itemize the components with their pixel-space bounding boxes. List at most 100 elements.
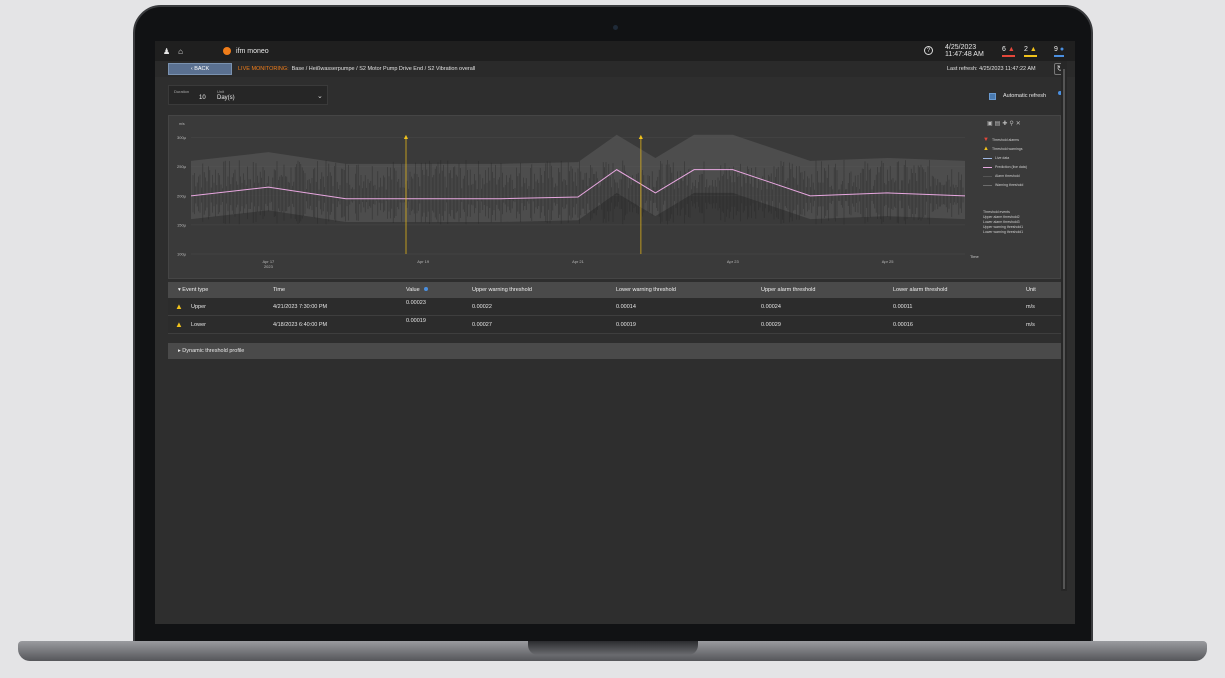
info-icon: ● [1059,46,1065,53]
alarms-button[interactable]: 6 ▲ [1002,46,1015,57]
cell-event-type: Lower [191,321,206,328]
chart-toolbar: ▣▤✚⚲✕ [987,120,1023,127]
infos-count: 9 [1054,46,1058,53]
cell-value: 0.00019 [406,318,426,324]
y-tick-label: 200µ [177,193,187,198]
cell-lower-warning: 0.00014 [616,303,636,310]
top-bar: ♟ ⌂ ifm moneo ? 4/25/2023 11:47:48 AM 6 … [155,41,1075,61]
y-tick-label: 150µ [177,222,187,227]
alarm-icon: ▼ [983,137,989,143]
date: 4/25/2023 [945,44,977,51]
time: 11:47:48 AM [945,51,984,58]
x-tick-label: Apr 19 [417,259,430,264]
col-label: Event type [182,287,209,293]
duration-value[interactable]: 10 [199,95,206,101]
infos-button[interactable]: 9 ● [1054,46,1065,57]
breadcrumb-bar: ‹ BACK LIVE MONITORING: Base / Heißwasse… [155,61,1075,77]
x-axis-label: Time [970,254,980,259]
warning-icon: ▲ [983,146,989,152]
cell-upper-warning: 0.00027 [472,321,492,328]
table-header: ▾ Event type Time Value Upper warning th… [168,282,1061,298]
legend-swatch [983,167,992,168]
y-tick-label: 100µ [177,252,187,257]
cell-unit: m/s [1026,303,1035,310]
back-button[interactable]: ‹ BACK [168,63,232,75]
auto-refresh-checkbox[interactable] [989,93,996,100]
threshold-event: Lower warning threshold1 [983,230,1024,234]
chart[interactable]: m/s300µ250µ200µ150µ100µApr 172023Apr 19 A… [169,116,1062,280]
warning-icon: ▲ [403,134,410,141]
close-icon[interactable]: ✕ [1016,121,1023,127]
legend-item: Alarm threshold [995,174,1020,178]
cell-lower-alarm: 0.00011 [893,303,913,310]
legend-item: Live data [995,156,1010,160]
col-lower-warning[interactable]: Lower warning threshold [616,287,676,293]
y-tick-label: 300µ [177,135,187,140]
screen: ♟ ⌂ ifm moneo ? 4/25/2023 11:47:48 AM 6 … [155,41,1075,624]
x-tick-label: 2023 [264,264,274,269]
app-name: ifm moneo [236,47,269,55]
legend-swatch [983,176,992,177]
home-icon[interactable]: ⌂ [178,47,183,56]
scrollbar-thumb[interactable] [1063,69,1065,589]
cell-value: 0.00023 [406,300,426,306]
warning-icon: ▲ [1029,46,1037,53]
cell-upper-alarm: 0.00029 [761,321,781,328]
x-tick-label: Apr 21 [572,259,585,264]
col-upper-warning[interactable]: Upper warning threshold [472,287,532,293]
legend-item: Threshold warnings [991,147,1023,151]
legend-swatch [983,158,992,159]
duration-label: Duration [174,89,190,94]
cell-upper-warning: 0.00022 [472,303,492,310]
table-row[interactable]: ▲ Lower 4/18/2023 6:40:00 PM 0.00019 0.0… [168,316,1061,334]
chart-legend: ▼ Threshold alarms ▲ Threshold warnings Li… [983,136,1027,235]
warning-icon: ▲ [175,320,183,329]
chevron-down-icon[interactable]: ⌄ [317,92,323,100]
cell-lower-alarm: 0.00016 [893,321,913,328]
col-upper-alarm[interactable]: Upper alarm threshold [761,287,815,293]
col-unit[interactable]: Unit [1026,287,1036,293]
col-label: Value [406,287,420,293]
alarm-icon: ▲ [1007,46,1015,53]
live-monitoring-label: LIVE MONITORING: [238,66,289,72]
datetime: 4/25/2023 11:47:48 AM [945,44,984,58]
warnings-button[interactable]: 2 ▲ [1024,46,1037,57]
profile-label: Dynamic threshold profile [182,348,245,354]
last-refresh: Last refresh: 4/25/2023 11:47:22 AM [947,66,1036,72]
user-icon[interactable]: ♟ [163,47,170,56]
unit-label: Unit [217,89,225,94]
laptop-frame: ♟ ⌂ ifm moneo ? 4/25/2023 11:47:48 AM 6 … [133,5,1093,645]
x-tick-label: Apr 23 [727,259,740,264]
info-icon [423,287,428,291]
y-axis-label: m/s [179,122,185,126]
logo-icon [223,47,232,55]
col-time[interactable]: Time [273,287,285,293]
alarms-count: 6 [1002,46,1006,53]
legend-item: Warning threshold [995,183,1024,187]
legend-item: Threshold alarms [991,138,1019,142]
help-icon[interactable]: ? [924,46,933,55]
unit-value[interactable]: Day(s) [217,95,235,101]
cell-event-type: Upper [191,303,206,310]
duration-selector[interactable]: Duration 10 Unit Day(s) ⌄ [168,85,328,105]
table-row[interactable]: ▲ Upper 4/21/2023 7:30:00 PM 0.00023 0.0… [168,298,1061,316]
scrollbar[interactable] [1061,61,1067,591]
download-icon[interactable]: ▣ [987,121,995,127]
cell-lower-warning: 0.00019 [616,321,636,328]
chart-panel: m/s 300µ 250µ 200µ 150µ 100µ Apr 17 2023 Apr 19 A… [168,115,1061,279]
warning-icon: ▲ [637,134,644,141]
col-value[interactable]: Value [406,287,428,293]
breadcrumb: Base / Heißwasserpumpe / S2 Motor Pump D… [291,66,476,72]
warnings-count: 2 [1024,46,1028,53]
auto-refresh-label: Automatic refresh [1003,93,1047,99]
camera [613,25,618,30]
threshold-events: Threshold events Upper alarm threshold2 … [983,210,1027,235]
cell-unit: m/s [1026,321,1035,328]
dynamic-threshold-profile-toggle[interactable]: ▸ Dynamic threshold profile [168,343,1061,359]
col-event-type[interactable]: ▾ Event type [178,287,208,293]
col-lower-alarm[interactable]: Lower alarm threshold [893,287,947,293]
cell-time: 4/18/2023 6:40:00 PM [273,321,328,328]
events-table: ▾ Event type Time Value Upper warning th… [168,282,1061,334]
legend-item: Prediction (live data) [995,165,1027,169]
x-tick-label: Apr 25 [882,259,895,264]
